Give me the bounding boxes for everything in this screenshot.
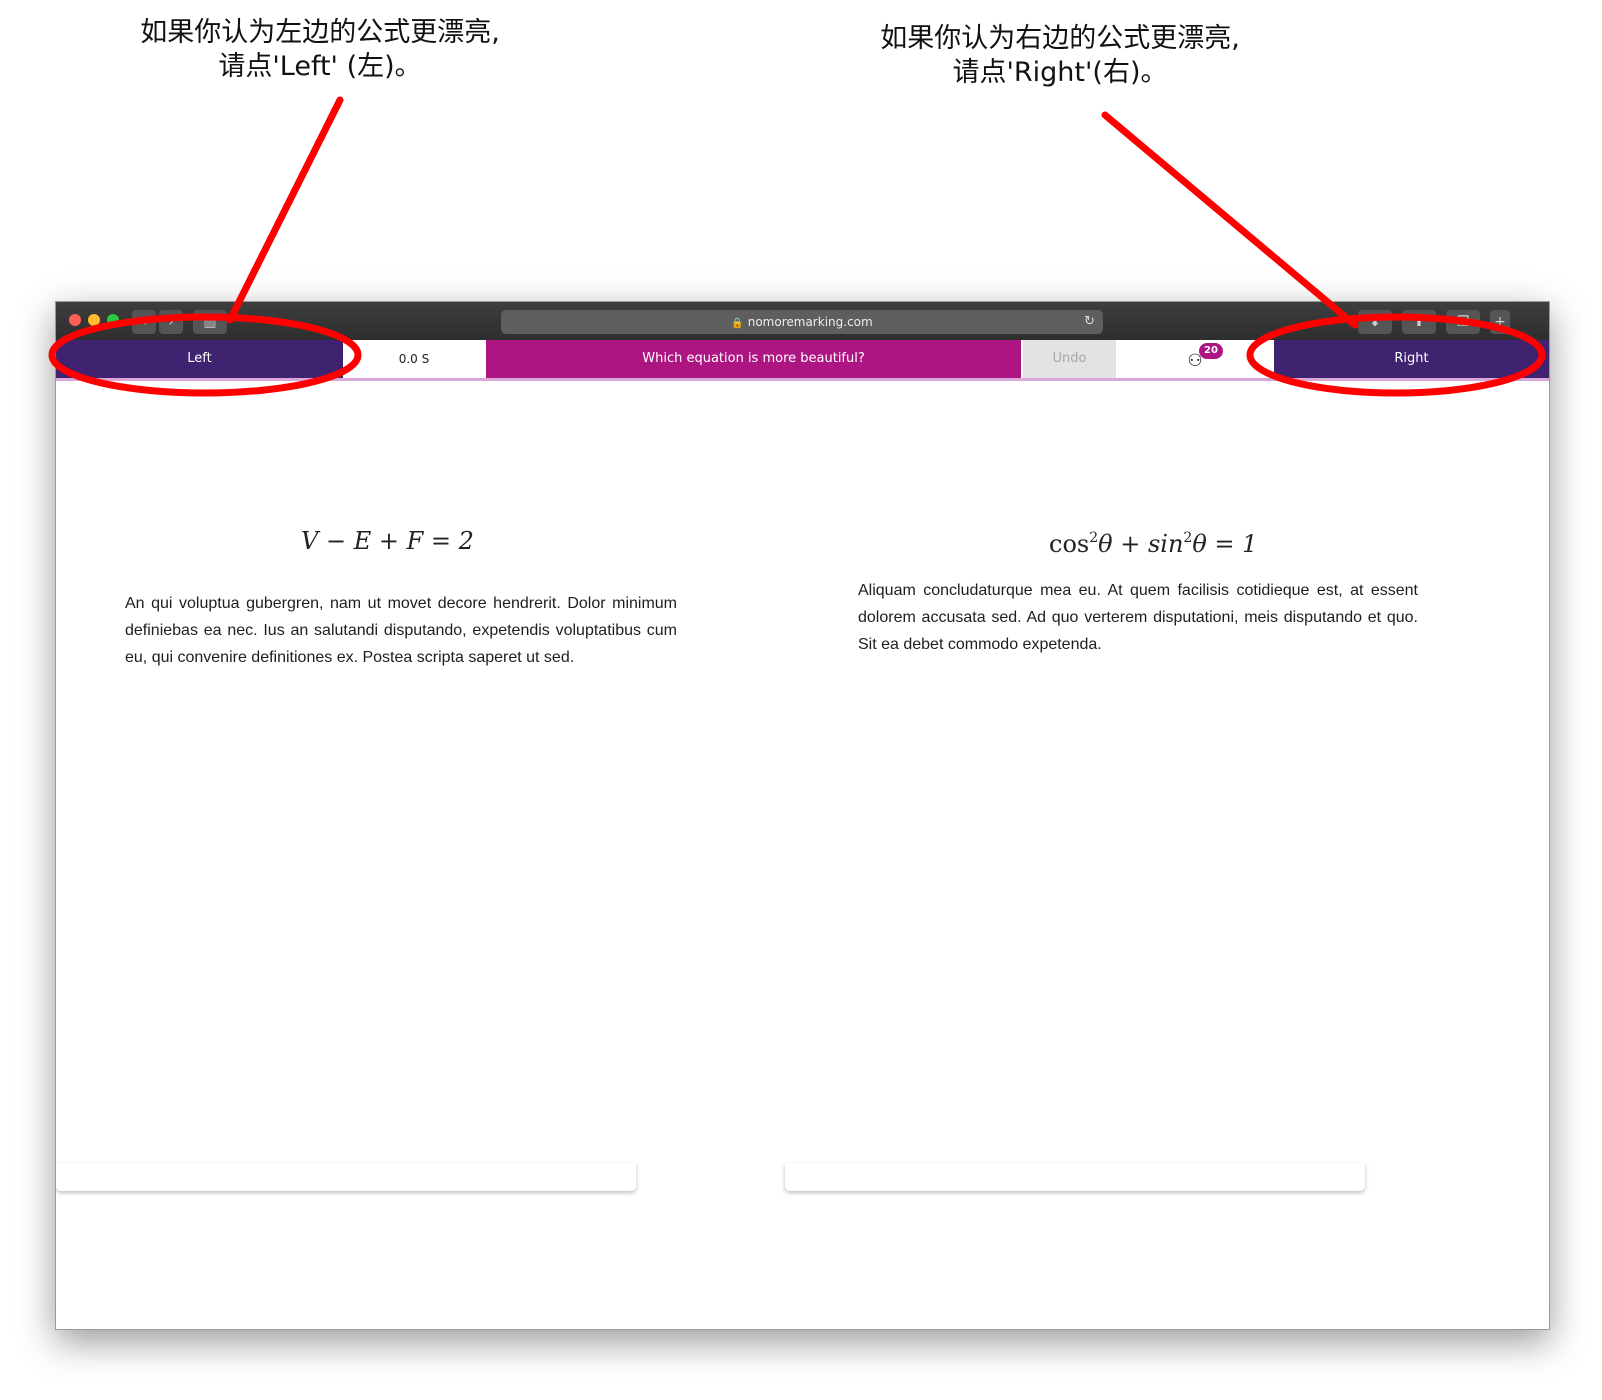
app-toolbar: Left 0.0 S Which equation is more beauti…: [56, 340, 1549, 381]
right-card-edge: [785, 1163, 1365, 1191]
right-instruction-caption: 如果你认为右边的公式更漂亮, 请点'Right'(右)。: [850, 22, 1270, 90]
maximize-window-button[interactable]: [107, 314, 119, 326]
new-tab-icon[interactable]: +: [1490, 310, 1510, 334]
right-paragraph: Aliquam concludaturque mea eu. At quem f…: [858, 582, 1418, 653]
browser-window: ‹ › ▥ 🔒 nomoremarking.com ↻ ⬇ ⬆ ❐ + Left …: [55, 301, 1550, 1330]
right-arrow-line: [1101, 111, 1359, 329]
url-text: nomoremarking.com: [747, 315, 873, 329]
left-arrow-line: [226, 96, 344, 324]
left-caption-line1: 如果你认为左边的公式更漂亮,: [140, 17, 500, 48]
right-button[interactable]: Right: [1274, 340, 1549, 378]
sidebar-icon[interactable]: ▥: [193, 310, 227, 334]
left-equation: V − E + F = 2: [301, 527, 474, 555]
eq-sup-2: 2: [1183, 530, 1193, 546]
share-icon[interactable]: ⬆: [1402, 310, 1436, 334]
eq-cos: cos: [1049, 530, 1090, 558]
left-button[interactable]: Left: [56, 340, 343, 378]
eq-mid: θ + sin: [1098, 530, 1184, 558]
page: 如果你认为左边的公式更漂亮, 请点'Left' (左)。 如果你认为右边的公式更…: [0, 0, 1602, 1400]
right-caption-line2: 请点'Right'(右)。: [952, 57, 1168, 88]
forward-button[interactable]: ›: [159, 310, 183, 334]
count-badge: 20: [1199, 343, 1223, 359]
user-menu[interactable]: ⚇ 20: [1116, 340, 1274, 378]
close-window-button[interactable]: [69, 314, 81, 326]
address-bar[interactable]: 🔒 nomoremarking.com ↻: [501, 310, 1103, 334]
reload-icon[interactable]: ↻: [1084, 310, 1095, 334]
question-banner: Which equation is more beautiful?: [486, 340, 1021, 378]
timer: 0.0 S: [398, 352, 430, 366]
left-paragraph: An qui voluptua gubergren, nam ut movet …: [125, 595, 677, 666]
eq-sup-1: 2: [1089, 530, 1099, 546]
left-caption-line2: 请点'Left' (左)。: [218, 51, 422, 82]
left-card-edge: [56, 1163, 636, 1191]
minimize-window-button[interactable]: [88, 314, 100, 326]
left-instruction-caption: 如果你认为左边的公式更漂亮, 请点'Left' (左)。: [110, 16, 530, 84]
eq-end: θ = 1: [1192, 530, 1258, 558]
browser-titlebar: ‹ › ▥ 🔒 nomoremarking.com ↻ ⬇ ⬆ ❐ +: [56, 302, 1549, 340]
download-icon[interactable]: ⬇: [1358, 310, 1392, 334]
tabs-icon[interactable]: ❐: [1446, 310, 1480, 334]
back-button[interactable]: ‹: [132, 310, 156, 334]
lock-icon: 🔒: [731, 318, 744, 329]
right-equation: cos2θ + sin2θ = 1: [1049, 530, 1257, 558]
right-caption-line1: 如果你认为右边的公式更漂亮,: [880, 23, 1240, 54]
undo-button[interactable]: Undo: [1023, 340, 1116, 378]
